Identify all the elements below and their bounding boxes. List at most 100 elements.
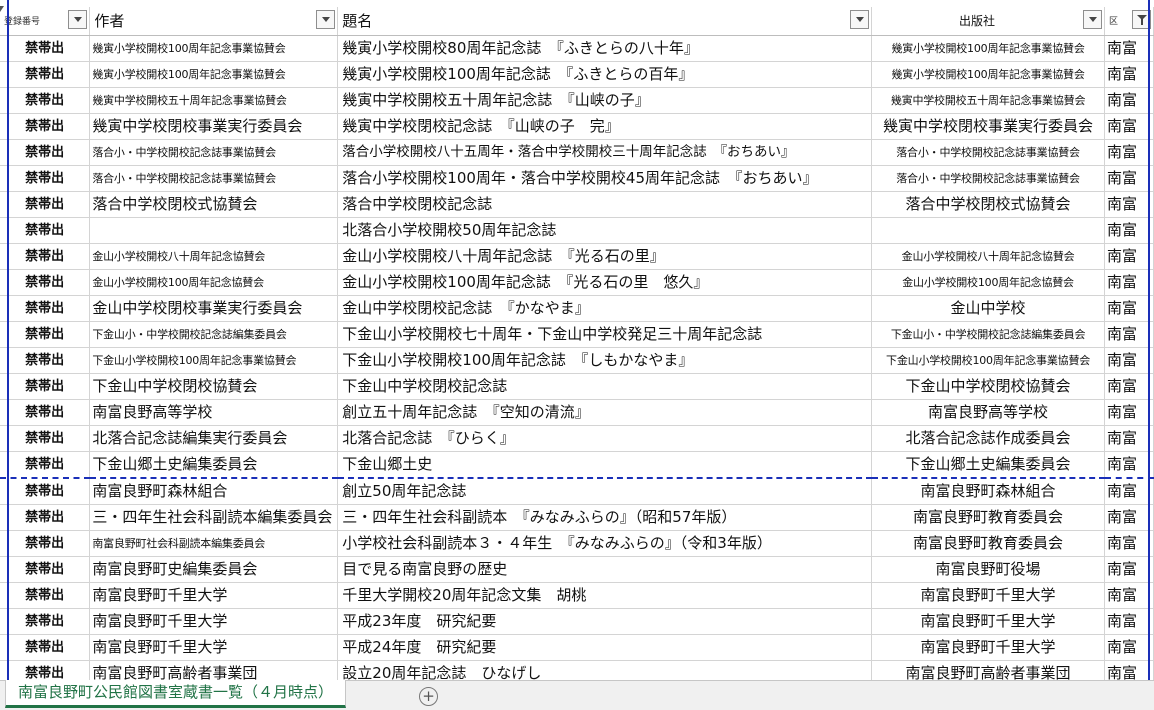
author-cell[interactable]: 下金山中学校閉校協賛会 xyxy=(89,373,339,400)
area-cell[interactable]: 南富 xyxy=(1104,87,1154,114)
status-cell[interactable]: 禁帯出 xyxy=(0,634,91,661)
title-cell[interactable]: 金山小学校開校八十周年記念誌 『光る石の里』 xyxy=(337,243,873,270)
author-cell[interactable]: 南富良野町千里大学 xyxy=(89,608,339,635)
publisher-cell[interactable]: 落合中学校閉校式協賛会 xyxy=(871,191,1106,218)
header-cell-registration-number[interactable]: 登録番号 xyxy=(0,7,91,36)
area-cell[interactable]: 南富 xyxy=(1104,608,1154,635)
area-cell[interactable]: 南富 xyxy=(1104,660,1154,680)
area-cell[interactable]: 南富 xyxy=(1104,634,1154,661)
status-cell[interactable]: 禁帯出 xyxy=(0,660,91,680)
area-cell[interactable]: 南富 xyxy=(1104,243,1154,270)
status-cell[interactable]: 禁帯出 xyxy=(0,243,91,270)
author-cell[interactable]: 金山小学校開校八十周年記念協賛会 xyxy=(89,243,339,270)
title-cell[interactable]: 千里大学開校20周年記念文集 胡桃 xyxy=(337,582,873,609)
title-cell[interactable]: 下金山郷土史 xyxy=(337,451,873,479)
author-cell[interactable]: 南富良野町史編集委員会 xyxy=(89,556,339,583)
area-cell[interactable]: 南富 xyxy=(1104,295,1154,322)
author-cell[interactable]: 南富良野高等学校 xyxy=(89,399,339,426)
title-cell[interactable]: 目で見る南富良野の歴史 xyxy=(337,556,873,583)
status-cell[interactable]: 禁帯出 xyxy=(0,608,91,635)
author-cell[interactable]: 南富良野町社会科副読本編集委員会 xyxy=(89,530,339,557)
publisher-cell[interactable]: 南富良野町千里大学 xyxy=(871,582,1106,609)
status-cell[interactable]: 禁帯出 xyxy=(0,35,91,62)
author-cell[interactable]: 落合中学校閉校式協賛会 xyxy=(89,191,339,218)
status-cell[interactable]: 禁帯出 xyxy=(0,556,91,583)
publisher-cell[interactable]: 幾寅小学校開校100周年記念事業協賛会 xyxy=(871,61,1106,88)
publisher-cell[interactable]: 幾寅中学校開校五十周年記念事業協賛会 xyxy=(871,87,1106,114)
publisher-cell[interactable]: 金山中学校 xyxy=(871,295,1106,322)
title-cell[interactable]: 落合小学校開校八十五周年・落合中学校開校三十周年記念誌 『おちあい』 xyxy=(337,139,873,166)
area-cell[interactable]: 南富 xyxy=(1104,35,1154,62)
status-cell[interactable]: 禁帯出 xyxy=(0,478,91,505)
publisher-cell[interactable]: 幾寅小学校開校100周年記念事業協賛会 xyxy=(871,35,1106,62)
status-cell[interactable]: 禁帯出 xyxy=(0,373,91,400)
title-cell[interactable]: 幾寅中学校開校五十周年記念誌 『山峡の子』 xyxy=(337,87,873,114)
author-cell[interactable]: 下金山郷土史編集委員会 xyxy=(89,451,339,479)
author-cell[interactable]: 北落合記念誌編集実行委員会 xyxy=(89,425,339,452)
author-cell[interactable]: 落合小・中学校開校記念誌事業協賛会 xyxy=(89,139,339,166)
title-cell[interactable]: 落合小学校開校100周年・落合中学校開校45周年記念誌 『おちあい』 xyxy=(337,165,873,192)
status-cell[interactable]: 禁帯出 xyxy=(0,399,91,426)
title-cell[interactable]: 設立20周年記念誌 ひなげし xyxy=(337,660,873,680)
area-cell[interactable]: 南富 xyxy=(1104,113,1154,140)
author-cell[interactable]: 幾寅中学校閉校事業実行委員会 xyxy=(89,113,339,140)
select-all-corner[interactable] xyxy=(0,6,4,12)
status-cell[interactable]: 禁帯出 xyxy=(0,582,91,609)
title-cell[interactable]: 金山中学校閉校記念誌 『かなやま』 xyxy=(337,295,873,322)
publisher-cell[interactable]: 下金山小・中学校開校記念誌編集委員会 xyxy=(871,321,1106,348)
author-cell[interactable]: 下金山小・中学校開校記念誌編集委員会 xyxy=(89,321,339,348)
publisher-cell[interactable]: 下金山郷土史編集委員会 xyxy=(871,451,1106,479)
author-cell[interactable]: 金山小学校開校100周年記念協賛会 xyxy=(89,269,339,296)
status-cell[interactable]: 禁帯出 xyxy=(0,295,91,322)
title-cell[interactable]: 幾寅小学校開校80周年記念誌 『ふきとらの八十年』 xyxy=(337,35,873,62)
author-cell[interactable]: 南富良野町森林組合 xyxy=(89,478,339,505)
author-cell[interactable]: 南富良野町千里大学 xyxy=(89,582,339,609)
status-cell[interactable]: 禁帯出 xyxy=(0,113,91,140)
publisher-cell[interactable]: 南富良野町千里大学 xyxy=(871,608,1106,635)
author-cell[interactable]: 幾寅小学校開校100周年記念事業協賛会 xyxy=(89,61,339,88)
publisher-cell[interactable]: 北落合記念誌作成委員会 xyxy=(871,425,1106,452)
title-cell[interactable]: 北落合記念誌 『ひらく』 xyxy=(337,425,873,452)
status-cell[interactable]: 禁帯出 xyxy=(0,139,91,166)
title-cell[interactable]: 金山小学校開校100周年記念誌 『光る石の里 悠久』 xyxy=(337,269,873,296)
title-cell[interactable]: 落合中学校閉校記念誌 xyxy=(337,191,873,218)
header-cell-publisher[interactable]: 出版社 xyxy=(871,7,1106,36)
title-cell[interactable]: 創立50周年記念誌 xyxy=(337,478,873,505)
publisher-cell[interactable]: 下金山小学校開校100周年記念事業協賛会 xyxy=(871,347,1106,374)
status-cell[interactable]: 禁帯出 xyxy=(0,61,91,88)
area-cell[interactable]: 南富 xyxy=(1104,399,1154,426)
publisher-cell[interactable]: 金山小学校開校100周年記念協賛会 xyxy=(871,269,1106,296)
publisher-cell[interactable]: 南富良野町教育委員会 xyxy=(871,504,1106,531)
status-cell[interactable]: 禁帯出 xyxy=(0,269,91,296)
area-cell[interactable]: 南富 xyxy=(1104,165,1154,192)
area-cell[interactable]: 南富 xyxy=(1104,451,1154,479)
author-cell[interactable]: 幾寅中学校開校五十周年記念事業協賛会 xyxy=(89,87,339,114)
area-cell[interactable]: 南富 xyxy=(1104,217,1154,244)
status-cell[interactable]: 禁帯出 xyxy=(0,425,91,452)
title-cell[interactable]: 平成24年度 研究紀要 xyxy=(337,634,873,661)
header-cell-author[interactable]: 作者 xyxy=(89,7,339,36)
area-cell[interactable]: 南富 xyxy=(1104,530,1154,557)
filter-dropdown-button[interactable] xyxy=(316,10,336,29)
author-cell[interactable] xyxy=(89,217,339,244)
publisher-cell[interactable]: 幾寅中学校閉校事業実行委員会 xyxy=(871,113,1106,140)
title-cell[interactable]: 北落合小学校開校50周年記念誌 xyxy=(337,217,873,244)
publisher-cell[interactable]: 南富良野町高齢者事業団 xyxy=(871,660,1106,680)
area-cell[interactable]: 南富 xyxy=(1104,191,1154,218)
area-cell[interactable]: 南富 xyxy=(1104,556,1154,583)
spreadsheet-grid[interactable]: 登録番号 作者 題名 出版社 区 禁帯出 幾寅小学校開校100周年記念事業協賛会… xyxy=(0,0,1154,680)
publisher-cell[interactable]: 落合小・中学校開校記念誌事業協賛会 xyxy=(871,139,1106,166)
filter-dropdown-button[interactable] xyxy=(1083,10,1103,29)
status-cell[interactable]: 禁帯出 xyxy=(0,191,91,218)
publisher-cell[interactable]: 金山小学校開校八十周年記念協賛会 xyxy=(871,243,1106,270)
area-cell[interactable]: 南富 xyxy=(1104,269,1154,296)
status-cell[interactable]: 禁帯出 xyxy=(0,451,91,479)
status-cell[interactable]: 禁帯出 xyxy=(0,165,91,192)
header-cell-title[interactable]: 題名 xyxy=(337,7,873,36)
filter-dropdown-button[interactable] xyxy=(68,10,88,29)
area-cell[interactable]: 南富 xyxy=(1104,347,1154,374)
title-cell[interactable]: 下金山小学校開校100周年記念誌 『しもかなやま』 xyxy=(337,347,873,374)
title-cell[interactable]: 幾寅中学校閉校記念誌 『山峡の子 完』 xyxy=(337,113,873,140)
publisher-cell[interactable]: 南富良野町教育委員会 xyxy=(871,530,1106,557)
title-cell[interactable]: 幾寅小学校開校100周年記念誌 『ふきとらの百年』 xyxy=(337,61,873,88)
